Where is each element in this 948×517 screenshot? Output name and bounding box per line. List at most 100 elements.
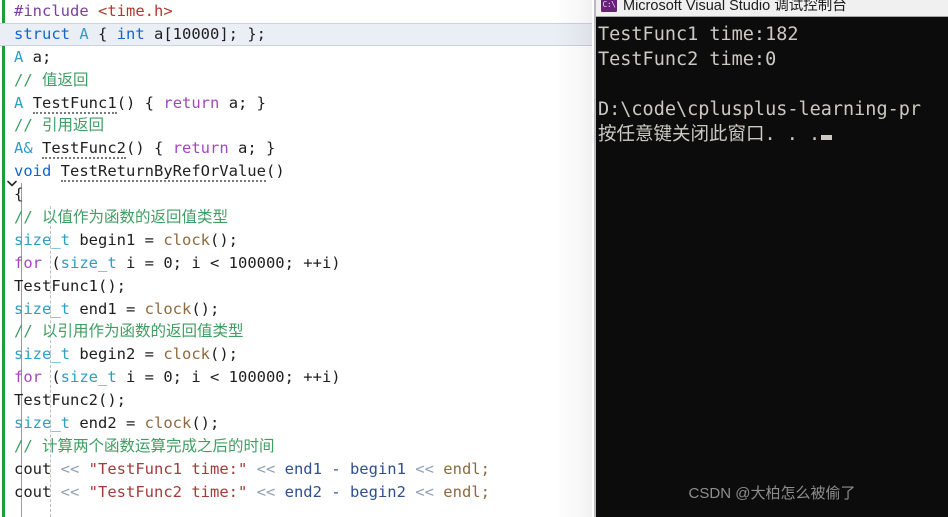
- token-punct: () {: [126, 139, 173, 158]
- console-line-1: TestFunc1 time:182: [598, 24, 799, 45]
- console-app-icon: C:\: [601, 0, 617, 12]
- token-type-a: A: [14, 93, 24, 112]
- csdn-watermark: CSDN @大柏怎么被偷了: [688, 485, 856, 502]
- token-keyword-struct: struct: [14, 24, 70, 43]
- token-tail: ();: [191, 414, 220, 433]
- token-function-testfunc2: TestFunc2: [14, 391, 98, 410]
- token-brace-open: {: [14, 185, 24, 204]
- code-line-16[interactable]: size_t begin2 = clock();: [0, 343, 596, 366]
- token-stream-cout: cout: [14, 482, 61, 501]
- token-endl: endl;: [443, 482, 490, 501]
- screenshot-root: #include <time.h> struct A { int a[10000…: [0, 0, 948, 517]
- code-line-21[interactable]: cout << "TestFunc1 time:" << end1 - begi…: [0, 458, 596, 481]
- token-function-testfunc2: TestFunc2: [42, 139, 127, 160]
- token-loop-body: i = 0; i < 100000; ++i): [116, 368, 341, 387]
- token-brace: {: [88, 24, 117, 43]
- code-lines[interactable]: #include <time.h> struct A { int a[10000…: [0, 0, 596, 504]
- token-expression: end1 - begin1: [284, 459, 406, 478]
- token-type-size-t: size_t: [14, 230, 70, 249]
- token-preprocessor: #include: [14, 2, 89, 20]
- token-keyword-return: return: [172, 139, 229, 158]
- token-variable-end2: end2: [70, 414, 126, 433]
- block-caret: [821, 135, 833, 140]
- code-line-7[interactable]: A& TestFunc2() { return a; }: [0, 137, 596, 160]
- token-comment: // 以值作为函数的返回值类型: [14, 208, 228, 227]
- code-line-10[interactable]: // 以值作为函数的返回值类型: [0, 206, 596, 229]
- code-line-3[interactable]: A a;: [0, 46, 596, 69]
- debug-console-window[interactable]: C:\ Microsoft Visual Studio 调试控制台 TestFu…: [596, 0, 948, 517]
- token-operator-shift: <<: [247, 459, 285, 478]
- token-function-clock: clock: [163, 230, 210, 249]
- code-line-11[interactable]: size_t begin1 = clock();: [0, 229, 596, 252]
- token-keyword-int: int: [116, 24, 145, 43]
- token-operator-shift: <<: [60, 482, 89, 501]
- code-line-13[interactable]: TestFunc1();: [0, 275, 596, 298]
- token-stream-cout: cout: [14, 459, 61, 478]
- console-line-path: D:\code\cplusplus-learning-pr: [598, 99, 922, 120]
- code-line-17[interactable]: for (size_t i = 0; i < 100000; ++i): [0, 366, 596, 389]
- token-keyword-for: for: [14, 253, 42, 272]
- token-type-a: A: [79, 24, 89, 43]
- token-array-decl: a[10000]; };: [144, 24, 267, 43]
- token-tail: ();: [210, 230, 238, 249]
- code-line-8[interactable]: void TestReturnByRefOrValue(): [0, 160, 596, 183]
- code-line-18[interactable]: TestFunc2();: [0, 389, 596, 412]
- code-line-20[interactable]: // 计算两个函数运算完成之后的时间: [0, 435, 596, 458]
- code-line-5[interactable]: A TestFunc1() { return a; }: [0, 92, 596, 115]
- code-line-15[interactable]: // 以引用作为函数的返回值类型: [0, 320, 596, 343]
- token-function-testreturnbyreforvalue: TestReturnByRefOrValue: [60, 162, 266, 183]
- token-assign: =: [126, 414, 145, 433]
- code-line-22[interactable]: cout << "TestFunc2 time:" << end2 - begi…: [0, 481, 596, 504]
- code-line-19[interactable]: size_t end2 = clock();: [0, 412, 596, 435]
- token-function-clock: clock: [144, 414, 192, 433]
- token-variable-begin1: begin1: [70, 230, 145, 249]
- token-tail: a; }: [219, 93, 267, 112]
- token-endl: endl;: [443, 459, 490, 478]
- token-comment: // 引用返回: [14, 116, 104, 135]
- token-paren: (: [42, 368, 61, 387]
- console-prompt-text: 按任意键关闭此窗口. . .: [598, 124, 821, 145]
- token-paren: (: [42, 253, 61, 272]
- code-line-4[interactable]: // 值返回: [0, 69, 596, 92]
- token-operator-shift: <<: [405, 482, 444, 501]
- code-editor-pane[interactable]: #include <time.h> struct A { int a[10000…: [0, 0, 596, 517]
- code-line-12[interactable]: for (size_t i = 0; i < 100000; ++i): [0, 252, 596, 275]
- token-type-size-t: size_t: [14, 414, 70, 433]
- token-assign: =: [126, 299, 145, 318]
- console-line-2: TestFunc2 time:0: [598, 49, 777, 70]
- console-title: Microsoft Visual Studio 调试控制台: [623, 0, 847, 14]
- token-operator-shift: <<: [247, 482, 285, 501]
- console-output[interactable]: TestFunc1 time:182 TestFunc2 time:0 D:\c…: [596, 17, 948, 517]
- token-comment: // 值返回: [14, 70, 89, 89]
- console-titlebar[interactable]: C:\ Microsoft Visual Studio 调试控制台: [596, 0, 948, 17]
- token-string-literal: "TestFunc2 time:": [88, 482, 248, 501]
- code-line-9[interactable]: {: [0, 183, 596, 206]
- code-line-6[interactable]: // 引用返回: [0, 114, 596, 137]
- code-line-1[interactable]: #include <time.h>: [0, 0, 596, 23]
- token-parens: (): [265, 162, 285, 181]
- token-type-a-ref: A&: [14, 139, 33, 158]
- console-line-prompt: 按任意键关闭此窗口. . .: [597, 122, 948, 147]
- token-function-clock: clock: [163, 345, 210, 364]
- token-operator-shift: <<: [60, 459, 89, 478]
- token-tail: ();: [98, 391, 126, 410]
- token-keyword-for: for: [14, 368, 42, 387]
- token-tail: ();: [98, 276, 126, 295]
- code-line-2[interactable]: struct A { int a[10000]; };: [0, 22, 592, 46]
- token-tail: ();: [210, 345, 238, 364]
- token-var-decl: a;: [23, 47, 52, 66]
- console-titlebar-content: C:\ Microsoft Visual Studio 调试控制台: [596, 0, 847, 16]
- code-line-14[interactable]: size_t end1 = clock();: [0, 298, 596, 321]
- token-assign: =: [144, 345, 164, 364]
- token-comment: // 以引用作为函数的返回值类型: [14, 322, 244, 341]
- token-function-testfunc1: TestFunc1: [32, 93, 117, 114]
- token-type-a: A: [14, 47, 24, 66]
- token-comment: // 计算两个函数运算完成之后的时间: [14, 436, 275, 455]
- token-type-size-t: size_t: [14, 345, 70, 364]
- token-loop-body: i = 0; i < 100000; ++i): [116, 253, 341, 272]
